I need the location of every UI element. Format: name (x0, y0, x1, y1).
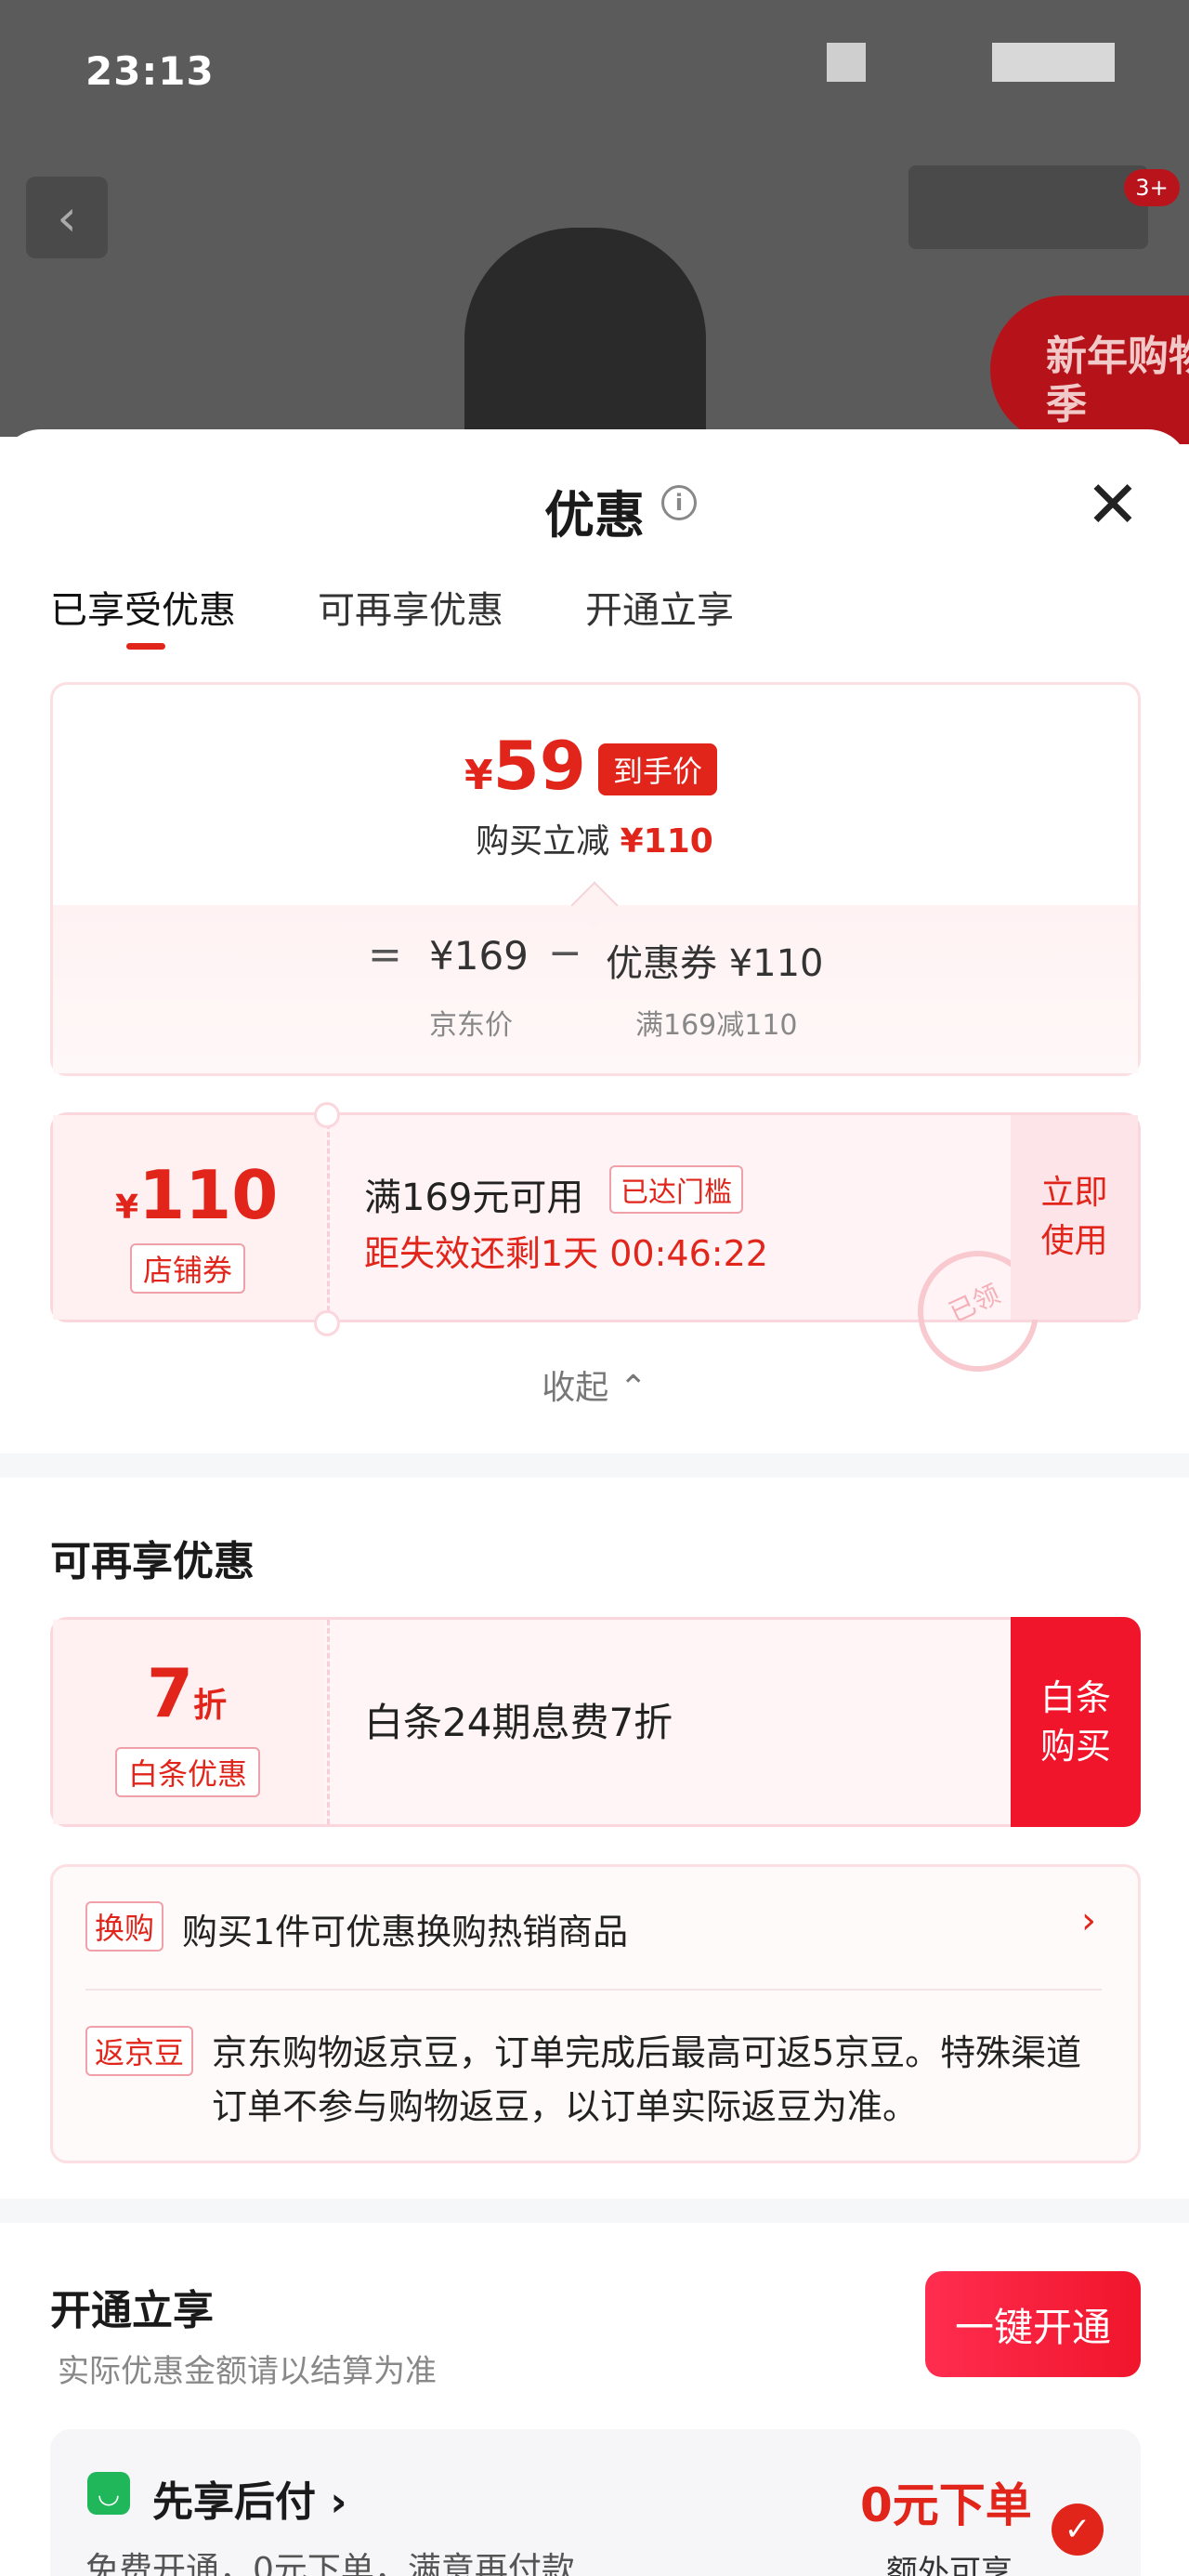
chevron-right-icon[interactable]: › (1081, 1899, 1096, 1942)
exchange-tag: 换购 (85, 1901, 164, 1952)
promo-badge[interactable]: 新年购物季 (990, 296, 1189, 444)
info-divider (85, 1989, 1102, 1991)
battery-icon (992, 43, 1115, 82)
baitiao-divider (327, 1620, 330, 1824)
final-price-tag: 到手价 (598, 743, 718, 795)
back-button[interactable]: ‹ (26, 177, 108, 258)
pay-later-desc: 免费开通，0元下单，满意再付款 (85, 2551, 575, 2576)
minus-sign: − (548, 929, 582, 977)
equals-sign: = (368, 931, 402, 979)
final-price: ¥59 (464, 727, 586, 805)
section-divider (0, 1453, 1189, 1478)
shopping-bag-icon: ◡ (87, 2472, 130, 2515)
chevron-left-icon: ‹ (57, 188, 77, 247)
baitiao-buy-button[interactable]: 白条购买 (1011, 1617, 1141, 1827)
coupon-condition: 满169元可用 (364, 1176, 584, 1219)
top-actions[interactable] (908, 165, 1148, 249)
tab-more-offers[interactable]: 可再享优惠 (318, 580, 503, 634)
collapse-toggle[interactable]: 收起 ⌃ (0, 1360, 1189, 1409)
close-icon[interactable]: ✕ (1078, 472, 1148, 543)
info-icon[interactable]: i (661, 485, 697, 520)
open-now-subtitle: 实际优惠金额请以结算为准 (58, 2353, 437, 2390)
baitiao-discount: 7折 (147, 1654, 228, 1732)
pay-later-title[interactable]: 先享后付 › (152, 2468, 346, 2528)
signal-icon (827, 43, 866, 82)
price-breakdown-area (53, 905, 1138, 1073)
reduce-line: 购买立减 ¥110 (476, 822, 713, 861)
coupon-notch-top (314, 1102, 340, 1128)
jingdou-text: 京东购物返京豆，订单完成后最高可返5京豆。特殊渠道订单不参与购物返豆，以订单实际… (212, 2032, 1082, 2127)
check-icon[interactable]: ✓ (1052, 2504, 1104, 2556)
coupon-amount: 优惠券 ¥110 (606, 942, 824, 985)
jd-price: ¥169 (429, 933, 529, 979)
extra-benefit-label: 额外可享 (886, 2554, 1013, 2576)
tab-open-now[interactable]: 开通立享 (585, 580, 734, 634)
exchange-text[interactable]: 购买1件可优惠换购热销商品 (182, 1903, 628, 1954)
cart-badge: 3+ (1124, 169, 1180, 206)
coupon-amount-value: ¥110 (115, 1156, 279, 1234)
open-now-title: 开通立享 (50, 2287, 214, 2334)
product-image (464, 228, 706, 441)
status-time: 23:13 (85, 48, 215, 94)
one-click-open-button[interactable]: 一键开通 (925, 2271, 1141, 2377)
coupon-type-tag: 店铺券 (130, 1243, 246, 1294)
more-offers-title: 可再享优惠 (50, 1538, 255, 1585)
baitiao-tag: 白条优惠 (115, 1747, 261, 1797)
coupon-divider (327, 1115, 330, 1320)
coupon-condition-label: 满169减110 (635, 1009, 798, 1042)
tab-enjoyed[interactable]: 已享受优惠 (50, 580, 236, 634)
jingdou-tag: 返京豆 (85, 2026, 194, 2076)
jd-price-label: 京东价 (429, 1009, 513, 1042)
baitiao-text: 白条24期息费7折 (364, 1700, 673, 1745)
coupon-notch-bottom (314, 1310, 340, 1336)
use-coupon-button[interactable]: 立即使用 (1011, 1115, 1138, 1320)
sheet-title: 优惠 (544, 486, 645, 545)
threshold-reached-badge: 已达门槛 (609, 1165, 743, 1214)
section-divider-2 (0, 2199, 1189, 2223)
active-tab-indicator (126, 643, 165, 650)
coupon-expire-countdown: 距失效还剩1天 00:46:22 (364, 1233, 768, 1274)
zero-order-label: 0元下单 (860, 2478, 1032, 2532)
